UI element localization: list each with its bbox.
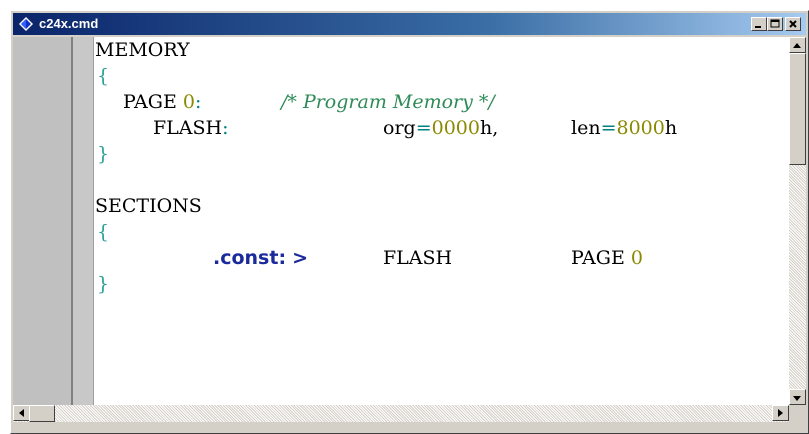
code-comment: /* Program Memory */ bbox=[281, 91, 495, 113]
scroll-up-button[interactable] bbox=[789, 37, 806, 53]
maximize-icon bbox=[770, 19, 780, 28]
editor-window: c24x.cmd MEMORY { PAGE 0: /* Program Mem… bbox=[10, 10, 809, 434]
code-page2: PAGE 0 bbox=[571, 247, 643, 269]
arrow-right-icon bbox=[778, 409, 783, 417]
code-line-memory: MEMORY bbox=[95, 39, 190, 61]
code-line-page: PAGE 0: bbox=[123, 91, 202, 113]
arrow-left-icon bbox=[19, 409, 24, 417]
code-line-flash: FLASH: bbox=[153, 117, 229, 139]
scrollbar-corner bbox=[789, 405, 806, 422]
code-org: org=0000h, bbox=[383, 117, 499, 139]
minimize-button[interactable] bbox=[751, 17, 767, 31]
code-const-section: .const: > bbox=[213, 247, 309, 269]
code-target: FLASH bbox=[383, 247, 453, 269]
code-line-close-brace: } bbox=[97, 143, 110, 165]
horizontal-scrollbar[interactable] bbox=[13, 405, 789, 422]
code-len: len=8000h bbox=[571, 117, 678, 139]
code-text[interactable]: MEMORY { PAGE 0: /* Program Memory */ FL… bbox=[95, 37, 789, 405]
vertical-scrollbar[interactable] bbox=[789, 37, 806, 405]
code-line-close-brace-2: } bbox=[97, 273, 110, 295]
scroll-left-button[interactable] bbox=[13, 405, 30, 421]
maximize-button[interactable] bbox=[767, 17, 783, 31]
code-line-sections: SECTIONS bbox=[95, 195, 202, 217]
line-margin bbox=[73, 37, 94, 405]
vertical-scroll-thumb[interactable] bbox=[789, 53, 806, 165]
horizontal-scroll-thumb[interactable] bbox=[29, 405, 55, 422]
arrow-down-icon bbox=[793, 396, 801, 401]
left-gutter bbox=[13, 37, 71, 405]
scroll-down-button[interactable] bbox=[789, 389, 806, 405]
code-line-open-brace-2: { bbox=[97, 221, 110, 243]
window-title: c24x.cmd bbox=[39, 16, 99, 31]
close-button[interactable] bbox=[785, 17, 801, 31]
diamond-app-icon[interactable] bbox=[18, 16, 34, 32]
minimize-icon bbox=[755, 26, 761, 28]
title-bar[interactable]: c24x.cmd bbox=[13, 13, 806, 35]
close-icon bbox=[789, 20, 797, 28]
code-editor[interactable]: MEMORY { PAGE 0: /* Program Memory */ FL… bbox=[13, 37, 789, 405]
scroll-right-button[interactable] bbox=[772, 405, 789, 421]
arrow-up-icon bbox=[793, 43, 801, 48]
code-line-open-brace: { bbox=[97, 65, 110, 87]
